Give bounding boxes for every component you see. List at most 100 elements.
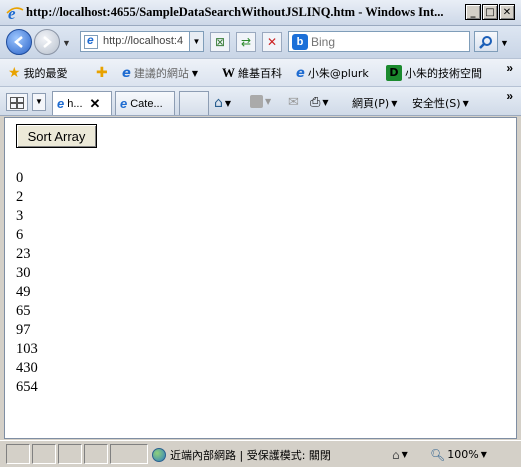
chevron-down-icon: ▼ — [391, 98, 398, 108]
minimize-icon: _ — [470, 6, 476, 18]
favorites-star-icon: ★ — [8, 65, 21, 81]
bing-icon: b — [292, 34, 308, 50]
list-item: 65 — [16, 303, 31, 319]
back-arrow-icon — [14, 36, 23, 48]
back-button[interactable] — [6, 29, 32, 55]
tab-list-dropdown[interactable]: ▼ — [32, 93, 46, 111]
favorite-label: 建議的網站 — [133, 67, 189, 80]
favorite-label: 小朱@plurk — [307, 67, 369, 80]
status-cell — [58, 444, 82, 464]
title-bar: e http://localhost:4655/SampleDataSearch… — [0, 0, 521, 26]
minimize-button[interactable]: _ — [465, 4, 481, 20]
ie-icon: e — [296, 65, 305, 81]
favorites-button[interactable]: ★ 我的最愛 — [8, 65, 68, 81]
search-icon — [479, 35, 492, 49]
list-item: 3 — [16, 208, 24, 224]
home-icon: ⌂ — [214, 95, 223, 111]
chevron-down-icon: ▼ — [224, 98, 232, 108]
forward-arrow-icon — [43, 36, 52, 48]
stop-button[interactable]: ✕ — [262, 32, 282, 52]
new-tab-button[interactable] — [179, 91, 209, 115]
tab-second[interactable]: e Cate... — [115, 91, 175, 115]
search-options-dropdown[interactable]: ▼ — [500, 38, 509, 48]
refresh-button[interactable]: ⇄ — [236, 32, 256, 52]
sort-array-button[interactable]: Sort Array — [16, 124, 97, 148]
status-cell — [110, 444, 148, 464]
compatibility-view-icon: ⊠ — [214, 35, 226, 49]
chevron-down-icon: ▼ — [401, 450, 408, 459]
chevron-down-icon: ▼ — [191, 68, 198, 78]
refresh-icon: ⇄ — [240, 35, 252, 49]
ie-icon: e — [122, 65, 131, 81]
d-logo-icon: D — [386, 65, 402, 81]
add-to-favorites-bar-button[interactable]: ✚ — [96, 65, 108, 81]
list-item: 0 — [16, 170, 24, 186]
search-button[interactable] — [474, 31, 498, 52]
security-zone[interactable]: 近端內部網路 | 受保護模式: 關閉 — [152, 447, 331, 463]
tab-active[interactable]: e h... ✕ — [52, 91, 112, 115]
status-bar: 近端內部網路 | 受保護模式: 關閉 ⌂ ▼ 🔍︎ 100% ▼ — [0, 440, 521, 467]
status-cell — [32, 444, 56, 464]
intranet-zone-icon — [152, 448, 166, 462]
favorite-label: 維基百科 — [238, 67, 282, 80]
favorites-overflow-chevron-icon[interactable]: » — [506, 61, 513, 75]
svg-text:e: e — [8, 4, 16, 22]
search-field[interactable]: b — [288, 31, 470, 52]
chevron-down-icon: ▼ — [265, 97, 272, 106]
chevron-down-icon: ▼ — [322, 98, 329, 107]
favorite-item-tech-space[interactable]: D 小朱的技術空間 — [386, 65, 482, 81]
status-cell — [6, 444, 30, 464]
page-menu[interactable]: 網頁(P) ▼ — [352, 95, 397, 111]
add-favorite-icon: ✚ — [96, 65, 108, 81]
command-bar-overflow-chevron-icon[interactable]: » — [506, 89, 513, 103]
list-item: 49 — [16, 284, 31, 300]
list-item: 6 — [16, 227, 24, 243]
address-toolbar: ▼ http://localhost:46 ▼ ⊠ ⇄ ✕ b ▼ — [0, 26, 521, 58]
close-tab-icon[interactable]: ✕ — [90, 96, 101, 112]
ie-logo-icon: e — [6, 4, 24, 22]
wikipedia-icon: W — [222, 65, 235, 80]
page-menu-label: 網頁(P) — [352, 97, 390, 110]
list-item: 97 — [16, 322, 31, 338]
quick-tabs-button[interactable] — [6, 93, 28, 111]
tab-label: h... — [67, 97, 83, 110]
list-item: 654 — [16, 379, 38, 395]
page-icon — [84, 33, 98, 49]
list-item: 103 — [16, 341, 38, 357]
chevron-down-icon: ▼ — [462, 98, 469, 108]
maximize-button[interactable]: □ — [482, 4, 498, 20]
search-input[interactable] — [311, 34, 461, 49]
address-url: http://localhost:46 — [103, 35, 183, 47]
zoom-level: 100% — [447, 448, 479, 461]
feeds-button[interactable]: ▼ — [250, 95, 271, 108]
read-mail-button[interactable]: ✉ — [288, 95, 299, 110]
status-cell — [84, 444, 108, 464]
close-window-button[interactable]: ✕ — [499, 4, 515, 20]
favorite-label: 小朱的技術空間 — [405, 67, 482, 80]
zone-text: 近端內部網路 | 受保護模式: 關閉 — [170, 449, 331, 462]
status-options-button[interactable]: ⌂ ▼ — [392, 445, 408, 464]
zoom-button[interactable]: 🔍︎ 100% ▼ — [430, 445, 487, 464]
maximize-icon: □ — [485, 6, 495, 18]
ie-icon: e — [57, 96, 65, 111]
address-dropdown-button[interactable]: ▼ — [189, 32, 203, 51]
printer-icon: ⎙ — [310, 95, 321, 110]
compatibility-view-button[interactable]: ⊠ — [210, 32, 230, 52]
print-button[interactable]: ⎙ ▼ — [310, 95, 329, 110]
favorite-item-plurk[interactable]: e 小朱@plurk — [296, 65, 369, 81]
address-field[interactable]: http://localhost:46 ▼ — [80, 31, 204, 52]
tab-bar: ▼ e h... ✕ e Cate... ⌂ ▼ ▼ ✉ ⎙ ▼ 網頁(P) ▼ 安全… — [0, 86, 521, 116]
safety-menu[interactable]: 安全性(S) ▼ — [412, 95, 469, 111]
page-content: Sort Array 0 2 3 6 23 30 49 65 97 103 43… — [4, 117, 517, 439]
window-title: http://localhost:4655/SampleDataSearchWi… — [26, 5, 444, 19]
list-item: 23 — [16, 246, 31, 262]
safety-menu-label: 安全性(S) — [412, 97, 461, 110]
favorite-item-suggested-sites[interactable]: e 建議的網站 ▼ — [122, 65, 198, 81]
recent-pages-dropdown[interactable]: ▼ — [62, 38, 71, 48]
close-icon: ✕ — [502, 6, 512, 18]
favorite-item-wikipedia[interactable]: W 維基百科 — [222, 65, 282, 81]
rss-feed-icon — [250, 95, 263, 108]
home-button[interactable]: ⌂ ▼ — [214, 95, 231, 111]
forward-button[interactable] — [34, 29, 60, 55]
ie-icon: e — [120, 96, 128, 111]
